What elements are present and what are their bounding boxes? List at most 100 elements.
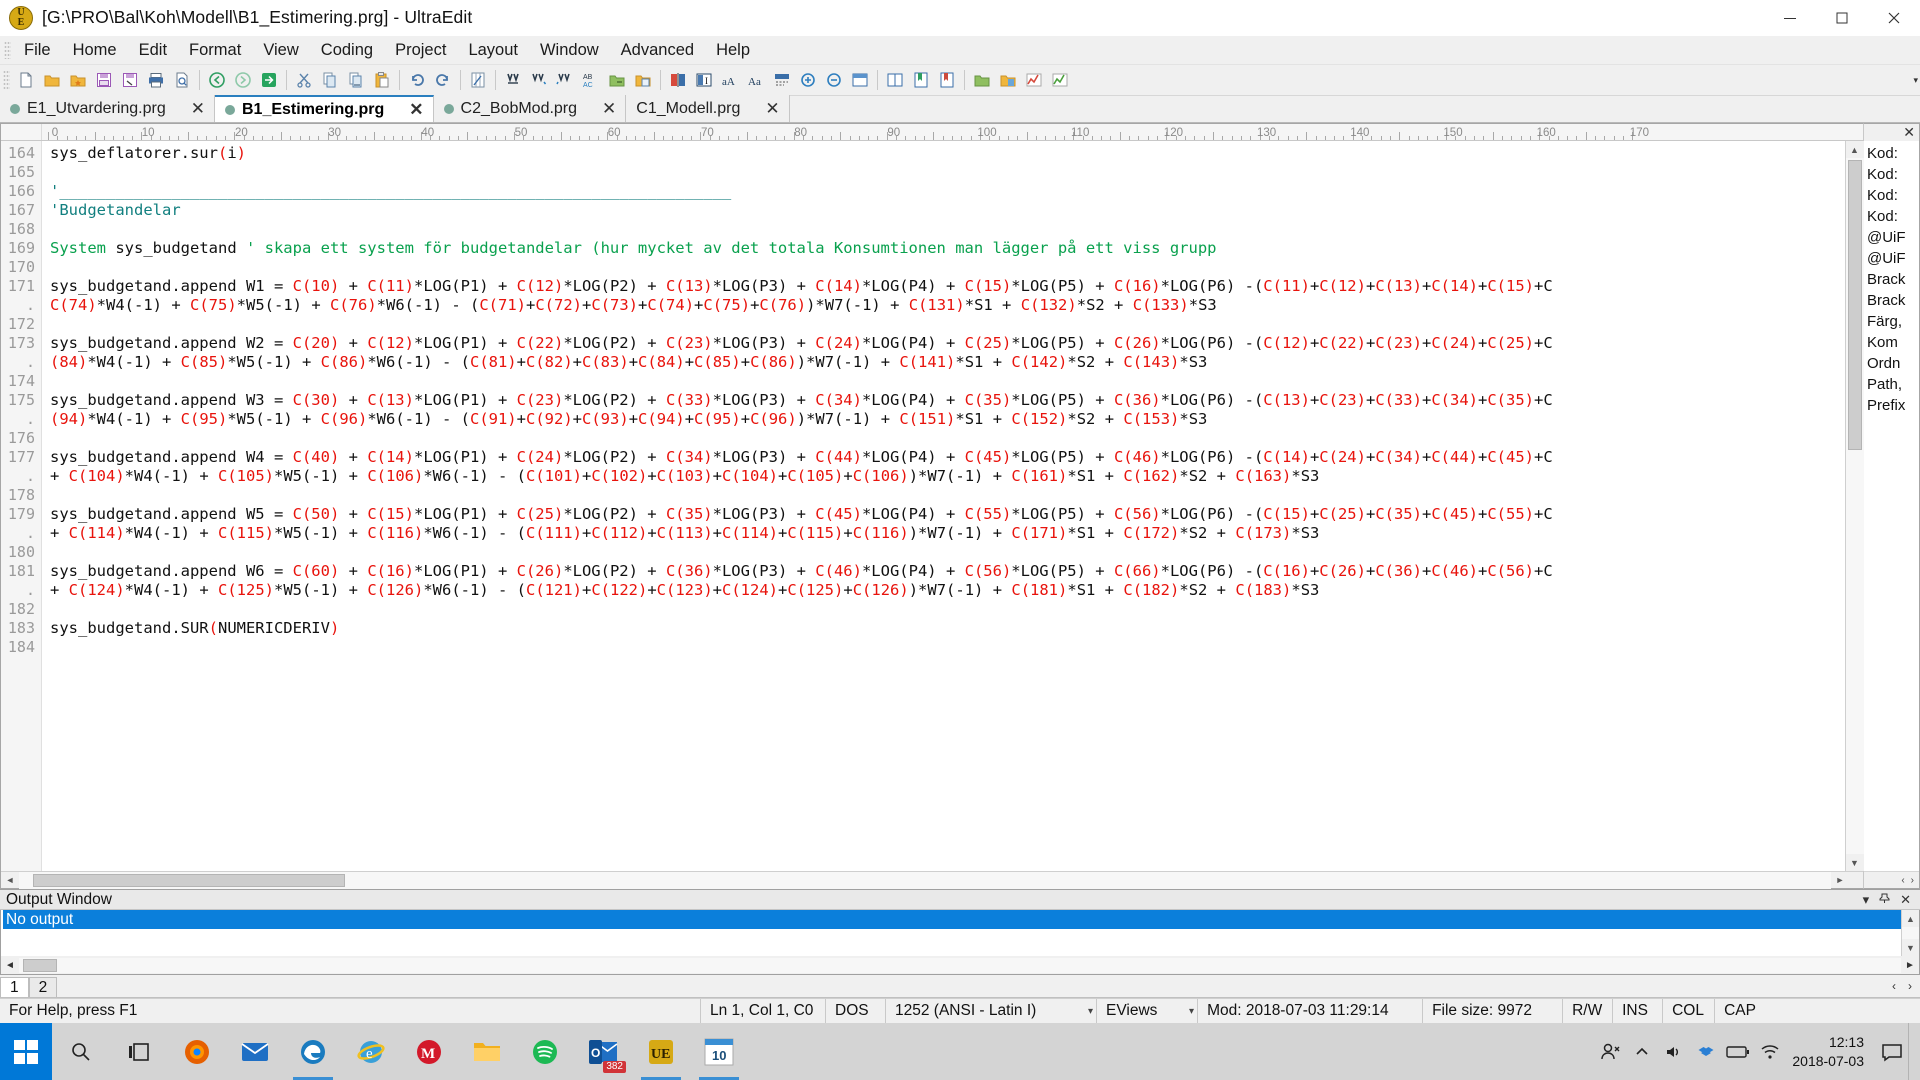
spotify-icon[interactable]: [516, 1023, 574, 1080]
code-line[interactable]: sys_budgetand.append W3 = C(30) + C(13)*…: [50, 391, 1845, 410]
code-line[interactable]: (94)*W4(-1) + C(95)*W5(-1) + C(96)*W6(-1…: [50, 410, 1845, 429]
code-line[interactable]: [50, 220, 1845, 239]
toolbar-grip-handle[interactable]: [3, 70, 10, 90]
output-minimize-icon[interactable]: ▾: [1863, 892, 1870, 908]
status-cursor-position[interactable]: Ln 1, Col 1, C0: [700, 998, 825, 1024]
panel-list-item[interactable]: Kod:: [1864, 164, 1919, 185]
code-line[interactable]: [50, 372, 1845, 391]
output-hscroll-thumb[interactable]: [23, 958, 57, 972]
save-icon[interactable]: [91, 68, 117, 93]
find-icon[interactable]: [500, 68, 526, 93]
tile-windows-icon[interactable]: [882, 68, 908, 93]
status-insert-mode[interactable]: INS: [1612, 998, 1662, 1024]
menu-item-file[interactable]: File: [13, 38, 62, 63]
output-line[interactable]: No output: [3, 910, 1901, 929]
panel-list-item[interactable]: @UiF: [1864, 248, 1919, 269]
compare-files-icon[interactable]: [665, 68, 691, 93]
output-tabs-prev-icon[interactable]: ‹: [1892, 979, 1896, 993]
action-center-icon[interactable]: [1876, 1023, 1908, 1080]
remove-bookmark-icon[interactable]: [934, 68, 960, 93]
scroll-up-icon[interactable]: ▲: [1845, 141, 1864, 158]
scroll-down-icon[interactable]: ▼: [1845, 854, 1864, 871]
output-tab-1[interactable]: 1: [0, 977, 29, 997]
copy-append-icon[interactable]: [343, 68, 369, 93]
status-readwrite[interactable]: R/W: [1562, 998, 1612, 1024]
menu-item-view[interactable]: View: [252, 38, 309, 63]
edge-icon[interactable]: [284, 1023, 342, 1080]
vscroll-thumb[interactable]: [1847, 160, 1862, 450]
firefox-icon[interactable]: [168, 1023, 226, 1080]
hscroll-track[interactable]: [19, 871, 1831, 889]
panel-list-item[interactable]: Färg,: [1864, 311, 1919, 332]
panel-list-item[interactable]: Kod:: [1864, 143, 1919, 164]
status-column-mode[interactable]: COL: [1662, 998, 1714, 1024]
menu-item-project[interactable]: Project: [384, 38, 457, 63]
menu-item-home[interactable]: Home: [62, 38, 128, 63]
maximize-icon[interactable]: [1816, 0, 1868, 36]
code-line[interactable]: C(74)*W4(-1) + C(75)*W5(-1) + C(76)*W6(-…: [50, 296, 1845, 315]
status-encoding[interactable]: 1252 (ANSI - Latin I): [885, 998, 1085, 1024]
find-prev-icon[interactable]: [552, 68, 578, 93]
status-encoding-caret-icon[interactable]: ▾: [1085, 999, 1096, 1024]
panel-list-item[interactable]: Kod:: [1864, 206, 1919, 227]
tab-close-icon[interactable]: ✕: [602, 99, 616, 119]
code-line[interactable]: [50, 163, 1845, 182]
find-in-files-icon[interactable]: [604, 68, 630, 93]
search-icon[interactable]: [52, 1023, 110, 1080]
paste-icon[interactable]: [369, 68, 395, 93]
code-line[interactable]: System sys_budgetand ' skapa ett system …: [50, 239, 1845, 258]
code-line[interactable]: + C(104)*W4(-1) + C(105)*W5(-1) + C(106)…: [50, 467, 1845, 486]
code-line[interactable]: 'Budgetandelar: [50, 201, 1845, 220]
menu-item-format[interactable]: Format: [178, 38, 252, 63]
print-icon[interactable]: [143, 68, 169, 93]
insert-column-icon[interactable]: I: [691, 68, 717, 93]
open-recent-icon[interactable]: [65, 68, 91, 93]
chart-green-icon[interactable]: [1047, 68, 1073, 93]
find-next-icon[interactable]: [526, 68, 552, 93]
folder-blue-icon[interactable]: [995, 68, 1021, 93]
code-line[interactable]: (84)*W4(-1) + C(85)*W5(-1) + C(86)*W6(-1…: [50, 353, 1845, 372]
menu-grip-handle[interactable]: [4, 41, 11, 59]
output-horizontal-scrollbar[interactable]: ◄ ►: [0, 956, 1920, 975]
panel-list-item[interactable]: Path,: [1864, 374, 1919, 395]
m-app-icon[interactable]: M: [400, 1023, 458, 1080]
outlook-icon[interactable]: O 382: [574, 1023, 632, 1080]
show-desktop-button[interactable]: [1908, 1023, 1920, 1080]
code-line[interactable]: + C(114)*W4(-1) + C(115)*W5(-1) + C(116)…: [50, 524, 1845, 543]
panel-list-item[interactable]: Prefix: [1864, 395, 1919, 416]
code-line[interactable]: [50, 486, 1845, 505]
output-vertical-scrollbar[interactable]: ▲ ▼: [1901, 910, 1919, 956]
tab-b1-estimering[interactable]: B1_Estimering.prg ✕: [215, 95, 434, 122]
network-icon[interactable]: [1754, 1023, 1786, 1080]
output-hscroll-track[interactable]: [19, 957, 1901, 973]
output-scroll-right-icon[interactable]: ►: [1901, 960, 1919, 971]
internet-explorer-icon[interactable]: e: [342, 1023, 400, 1080]
status-language[interactable]: EViews: [1096, 998, 1186, 1024]
output-tab-2[interactable]: 2: [28, 977, 58, 997]
folder-green-icon[interactable]: [969, 68, 995, 93]
volume-icon[interactable]: [1658, 1023, 1690, 1080]
hscroll-thumb[interactable]: [33, 873, 345, 887]
code-text[interactable]: sys_deflatorer.sur(i) '_________________…: [42, 141, 1845, 871]
print-preview-icon[interactable]: [169, 68, 195, 93]
tab-close-icon[interactable]: ✕: [409, 100, 423, 120]
panel-close-icon[interactable]: ✕: [1864, 124, 1919, 141]
panel-list-item[interactable]: Kod:: [1864, 185, 1919, 206]
menu-item-coding[interactable]: Coding: [310, 38, 384, 63]
code-line[interactable]: [50, 638, 1845, 657]
output-pin-icon[interactable]: [1879, 892, 1890, 908]
calendar-icon[interactable]: 10: [690, 1023, 748, 1080]
output-vscroll-track[interactable]: [1902, 927, 1919, 939]
goto-icon[interactable]: [256, 68, 282, 93]
panel-prev-icon[interactable]: ‹: [1901, 875, 1904, 886]
panel-list-item[interactable]: Ordn: [1864, 353, 1919, 374]
editor-horizontal-scrollbar[interactable]: ◄ ►: [1, 871, 1863, 889]
resize-grip[interactable]: [1849, 872, 1863, 889]
scroll-right-icon[interactable]: ►: [1831, 872, 1849, 889]
code-line[interactable]: sys_budgetand.SUR(NUMERICDERIV): [50, 619, 1845, 638]
zoom-out-icon[interactable]: [821, 68, 847, 93]
menu-item-edit[interactable]: Edit: [128, 38, 178, 63]
code-line[interactable]: sys_budgetand.append W2 = C(20) + C(12)*…: [50, 334, 1845, 353]
dropbox-icon[interactable]: [1690, 1023, 1722, 1080]
panel-list-item[interactable]: @UiF: [1864, 227, 1919, 248]
